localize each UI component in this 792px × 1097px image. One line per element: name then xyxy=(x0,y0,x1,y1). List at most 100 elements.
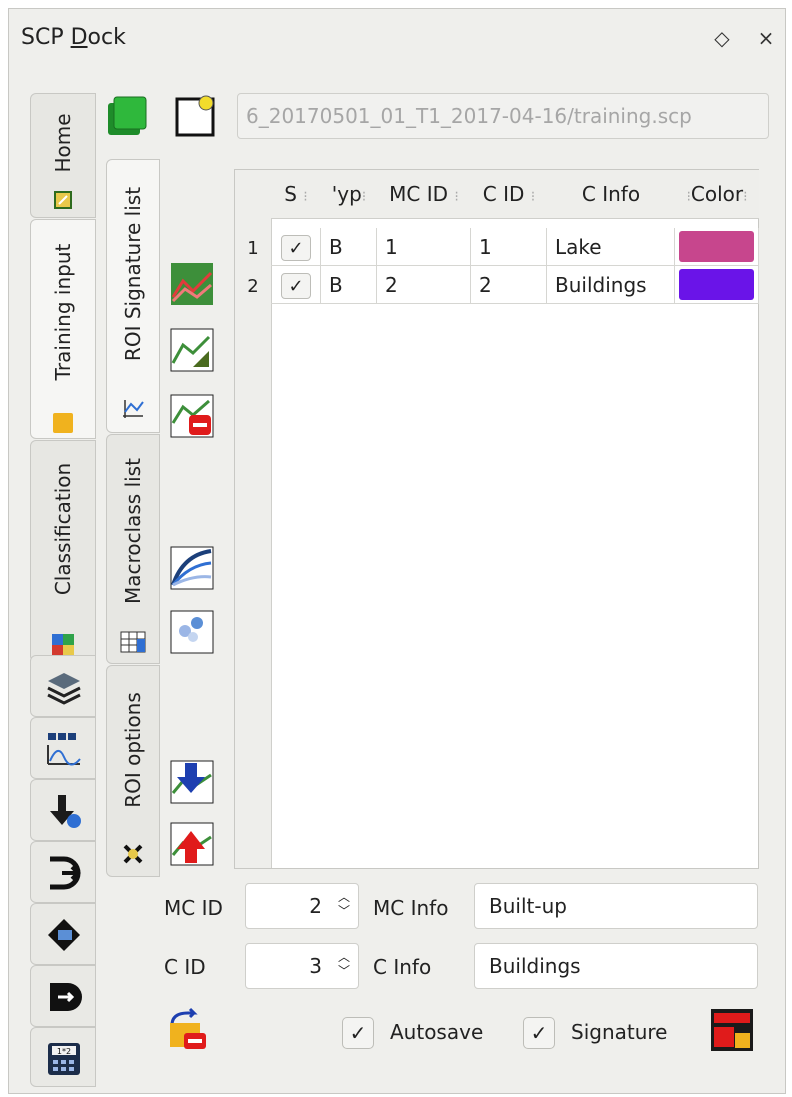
column-header-type[interactable]: 'yp⁝ xyxy=(321,170,377,219)
spin-arrows-icon[interactable]: ︿ ﹀ xyxy=(338,950,350,978)
export-icon xyxy=(170,822,214,866)
title-bar: SCP Dock ◇ × xyxy=(9,9,785,69)
delete-signature-button[interactable] xyxy=(169,393,215,439)
column-header-c-id[interactable]: C ID ⁝ xyxy=(471,170,547,219)
close-dock-button[interactable]: × xyxy=(753,25,779,51)
mc-id-label: MC ID xyxy=(164,896,223,920)
float-dock-button[interactable]: ◇ xyxy=(709,25,735,51)
row-number[interactable]: 1 xyxy=(235,230,271,268)
undo-save-button[interactable] xyxy=(164,1007,210,1053)
training-file-path-input[interactable]: 6_20170501_01_T1_2017-04-16/training.scp xyxy=(237,93,769,139)
tab-band-set[interactable] xyxy=(30,655,96,717)
c-id-value: 3 xyxy=(309,954,322,978)
signature-checkbox[interactable]: ✓ xyxy=(523,1017,555,1049)
tab-classification[interactable]: Classification xyxy=(30,440,96,662)
table-cell-mc-id[interactable]: 2 xyxy=(377,266,471,304)
import-icon xyxy=(170,760,214,804)
table-cell-c-info[interactable]: Buildings xyxy=(547,266,675,304)
column-header-color[interactable]: ⁝Color⁝ xyxy=(675,170,759,219)
mc-info-label: MC Info xyxy=(373,896,449,920)
table-corner xyxy=(235,170,271,219)
undo-icon xyxy=(170,1007,206,1049)
tab-home[interactable]: Home xyxy=(30,93,96,218)
roi-options-icon xyxy=(123,844,143,864)
scatter-plot-icon xyxy=(170,328,214,372)
tab-roi-options[interactable]: ROI options xyxy=(106,665,160,877)
home-icon xyxy=(54,191,72,209)
delete-signature-icon xyxy=(170,394,214,438)
tab-classification-label: Classification xyxy=(51,462,75,596)
roi-signature-table: S ⁝ 'yp⁝ MC ID ⁝ C ID ⁝ C Info ⁝Color⁝ 1… xyxy=(234,169,759,869)
scatter-signature-plot-button[interactable] xyxy=(169,609,215,655)
tab-macroclass-list[interactable]: Macroclass list xyxy=(106,434,160,664)
new-file-icon xyxy=(175,95,215,137)
scatter-signature-icon xyxy=(170,610,214,654)
autosave-label: Autosave xyxy=(390,1020,484,1044)
postprocessing-icon xyxy=(50,983,82,1011)
table-cell-color[interactable] xyxy=(675,266,759,304)
c-info-label: C Info xyxy=(373,955,432,979)
autosave-checkbox[interactable]: ✓ xyxy=(342,1017,374,1049)
tab-roi-options-label: ROI options xyxy=(121,692,145,808)
calculator-icon: 1*2 xyxy=(48,1043,80,1075)
row-checkbox[interactable]: ✓ xyxy=(281,235,311,261)
tab-roi-signature-list[interactable]: ROI Signature list xyxy=(106,159,160,433)
row-header-column xyxy=(235,218,272,868)
column-header-mc-id[interactable]: MC ID ⁝ xyxy=(377,170,471,219)
tab-training-input-label: Training input xyxy=(51,243,75,380)
reset-button[interactable] xyxy=(709,1007,755,1053)
tab-spectral-plot[interactable] xyxy=(30,717,96,779)
band-processing-icon xyxy=(48,919,80,951)
tab-band-processing[interactable] xyxy=(30,903,96,965)
color-swatch[interactable] xyxy=(679,231,754,262)
dock-title: SCP Dock xyxy=(21,25,126,50)
import-signature-button[interactable] xyxy=(169,759,215,805)
add-layer-button[interactable] xyxy=(106,93,152,139)
export-signature-button[interactable] xyxy=(169,821,215,867)
tab-band-calc[interactable]: 1*2 xyxy=(30,1027,96,1087)
table-cell-c-id[interactable]: 2 xyxy=(471,266,547,304)
table-cell-c-id[interactable]: 1 xyxy=(471,228,547,266)
tab-preprocessing[interactable] xyxy=(30,841,96,903)
spin-arrows-icon[interactable]: ︿ ﹀ xyxy=(338,890,350,918)
spectral-signature-plot-button[interactable] xyxy=(169,545,215,591)
new-training-file-button[interactable] xyxy=(174,93,220,139)
preprocessing-icon xyxy=(50,856,81,890)
c-id-spinbox[interactable]: 3 ︿ ﹀ xyxy=(245,943,359,989)
mc-id-value: 2 xyxy=(309,894,322,918)
add-layer-icon xyxy=(108,96,147,135)
tab-home-label: Home xyxy=(51,113,75,173)
table-cell-c-info[interactable]: Lake xyxy=(547,228,675,266)
signature-list-icon xyxy=(123,400,144,418)
c-info-input[interactable]: Buildings xyxy=(474,943,758,989)
svg-text:1*2: 1*2 xyxy=(57,1047,71,1056)
add-to-signature-button[interactable] xyxy=(169,261,215,307)
color-swatch[interactable] xyxy=(679,269,754,300)
scatter-plot-button[interactable] xyxy=(169,327,215,373)
c-id-label: C ID xyxy=(164,955,206,979)
tab-macroclass-list-label: Macroclass list xyxy=(121,457,145,604)
tab-roi-signature-list-label: ROI Signature list xyxy=(121,187,145,362)
spectral-plot-icon xyxy=(170,546,214,590)
classification-icon xyxy=(52,634,74,656)
row-number[interactable]: 2 xyxy=(235,268,271,306)
mc-id-spinbox[interactable]: 2 ︿ ﹀ xyxy=(245,883,359,929)
layers-icon xyxy=(47,673,81,705)
column-header-s[interactable]: S ⁝ xyxy=(271,170,321,219)
tab-training-input[interactable]: Training input xyxy=(30,219,96,439)
training-input-icon xyxy=(53,413,73,433)
table-cell-color[interactable] xyxy=(675,228,759,266)
signature-label: Signature xyxy=(571,1020,668,1044)
tab-download[interactable] xyxy=(30,779,96,841)
table-cell-select[interactable]: ✓ xyxy=(271,266,321,304)
mc-info-input[interactable]: Built-up xyxy=(474,883,758,929)
scp-dock: SCP Dock ◇ × Home Training input Classif… xyxy=(8,8,786,1094)
table-cell-select[interactable]: ✓ xyxy=(271,228,321,266)
column-header-c-info[interactable]: C Info xyxy=(547,170,675,219)
row-checkbox[interactable]: ✓ xyxy=(281,273,311,299)
table-cell-type[interactable]: B xyxy=(321,266,377,304)
table-cell-mc-id[interactable]: 1 xyxy=(377,228,471,266)
table-cell-type[interactable]: B xyxy=(321,228,377,266)
tab-postprocessing[interactable] xyxy=(30,965,96,1027)
macroclass-table-icon xyxy=(120,631,146,653)
